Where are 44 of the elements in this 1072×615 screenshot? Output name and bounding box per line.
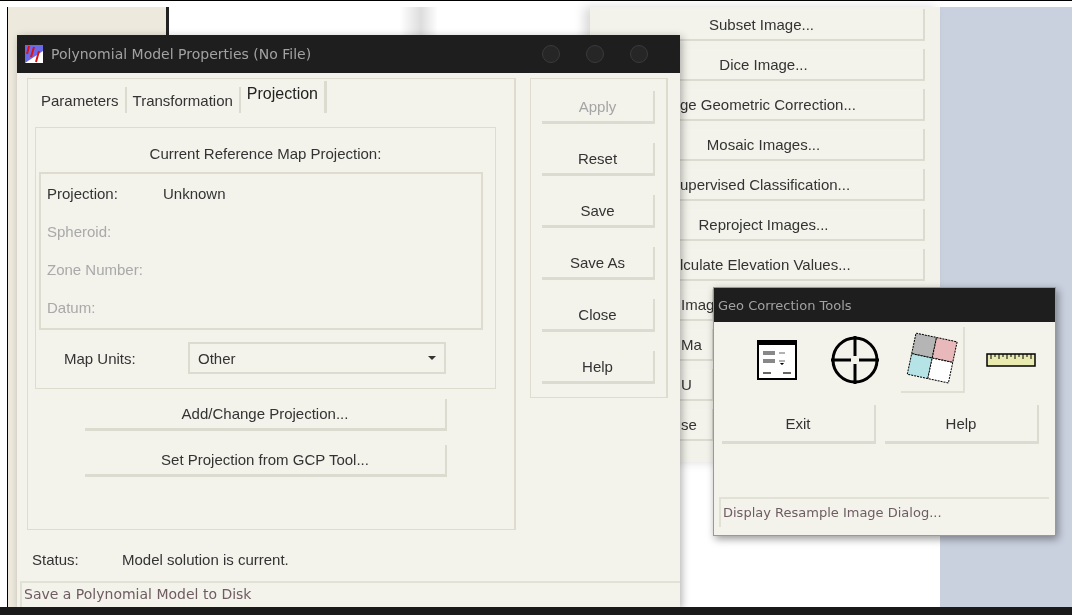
menu-button[interactable]: ge Geometric Correction...: [680, 89, 925, 121]
caret-icon: [428, 356, 436, 360]
menu-button[interactable]: U: [680, 369, 714, 401]
action-button[interactable]: Add/Change Projection...: [85, 399, 447, 431]
tab[interactable]: Projection: [240, 81, 327, 113]
tab[interactable]: Parameters: [35, 87, 127, 113]
tab[interactable]: Transformation: [126, 87, 241, 113]
menu-button[interactable]: Mosaic Images...: [680, 129, 925, 161]
dropdown[interactable]: Other: [188, 342, 446, 374]
field-label: Projection:: [47, 185, 119, 202]
ruler-icon: [986, 353, 1036, 367]
status-label: Status:: [32, 550, 80, 568]
crosshair-icon: [830, 335, 880, 385]
button[interactable]: Exit: [722, 405, 876, 444]
menu-button[interactable]: lculate Elevation Values...: [680, 249, 925, 281]
field-label: Spheroid:: [47, 223, 113, 240]
window-button[interactable]: [586, 45, 604, 63]
menu-button[interactable]: upervised Classification...: [680, 169, 925, 201]
field-label: Datum:: [47, 299, 97, 316]
button[interactable]: Reset: [542, 143, 655, 176]
menu-button[interactable]: Dice Image...: [680, 49, 925, 81]
menu-button[interactable]: Ma: [680, 329, 714, 361]
button[interactable]: Close: [542, 299, 655, 332]
window-button[interactable]: [630, 45, 648, 63]
menu-button[interactable]: Imag: [680, 289, 714, 321]
button[interactable]: Help: [542, 351, 655, 384]
window-title: Polynomial Model Properties (No File): [51, 46, 313, 62]
tool-button[interactable]: [901, 327, 965, 393]
window-title: Geo Correction Tools: [714, 288, 1055, 322]
group-title: Current Reference Map Projection:: [148, 144, 383, 164]
field-label: Map Units:: [64, 349, 137, 367]
window-button[interactable]: [542, 45, 560, 63]
form-icon: [757, 340, 797, 380]
menu-button[interactable]: se: [680, 409, 714, 441]
status-bar: Display Resample Image Dialog...: [719, 497, 1049, 527]
button[interactable]: Help: [885, 405, 1039, 444]
field-value: Unknown: [163, 185, 226, 202]
menu-button[interactable]: Reproject Images...: [680, 209, 925, 241]
button[interactable]: Save As: [542, 247, 655, 280]
app-icon: [25, 45, 43, 63]
button[interactable]: Save: [542, 195, 655, 228]
status-text: Model solution is current.: [122, 550, 289, 568]
field-label: Zone Number:: [47, 261, 144, 278]
action-button[interactable]: Set Projection from GCP Tool...: [85, 445, 447, 477]
